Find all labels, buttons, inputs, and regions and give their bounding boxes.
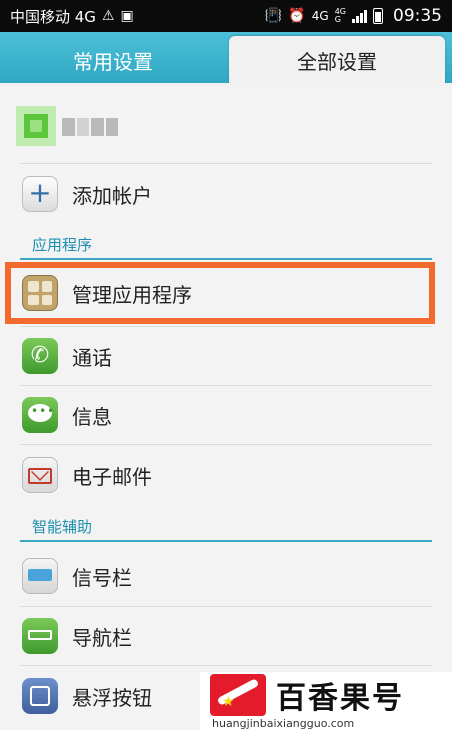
section-header-apps: 应用程序	[32, 236, 93, 254]
email-label: 电子邮件	[72, 464, 152, 489]
network-type: 4G	[311, 9, 329, 23]
call-label: 通话	[72, 345, 112, 370]
network-sub-bottom: G	[334, 15, 341, 24]
divider	[20, 326, 432, 327]
divider	[20, 665, 432, 666]
mail-icon	[22, 457, 58, 493]
alarm-icon: ⏰	[288, 8, 306, 24]
email-row[interactable]: 电子邮件	[0, 446, 452, 504]
clock: 09:35	[393, 6, 442, 26]
watermark-brand: 百香果号	[276, 680, 404, 716]
divider	[20, 385, 432, 386]
phone-icon: ✆	[22, 338, 58, 374]
manage-apps-icon	[22, 275, 58, 311]
messages-label: 信息	[72, 404, 112, 429]
signal-bar-label: 信号栏	[72, 565, 132, 590]
warning-icon: ⚠	[101, 8, 115, 24]
nav-bar-row[interactable]: 导航栏	[0, 608, 452, 664]
carrier-label: 中国移动 4G	[10, 7, 96, 26]
nav-bar-label: 导航栏	[72, 625, 132, 650]
watermark: ★ 百香果号 huangjinbaixiangguo.com	[200, 672, 452, 730]
signal-bar-icon	[22, 558, 58, 594]
vibrate-icon: 📳	[264, 8, 283, 24]
add-account-row[interactable]: + 添加帐户	[0, 168, 452, 220]
tab-all-settings[interactable]: 全部设置	[229, 36, 445, 85]
battery-icon	[373, 8, 383, 24]
divider	[20, 444, 432, 445]
divider	[20, 163, 432, 164]
manage-apps-label: 管理应用程序	[72, 282, 192, 307]
image-icon: ▣	[120, 8, 134, 24]
settings-tab-bar: 常用设置 全部设置	[0, 32, 452, 85]
brand-logo-icon: ★	[210, 673, 266, 716]
float-button-label: 悬浮按钮	[72, 685, 152, 710]
floating-button-icon	[22, 678, 58, 714]
section-divider-apps	[20, 258, 432, 260]
add-icon: +	[22, 176, 58, 212]
section-divider-smart	[20, 540, 432, 542]
messages-row[interactable]: 信息	[0, 387, 452, 443]
navigation-bar-icon	[22, 618, 58, 654]
call-row[interactable]: ✆ 通话	[0, 328, 452, 384]
signal-bar-row[interactable]: 信号栏	[0, 548, 452, 604]
section-header-smart: 智能辅助	[32, 518, 93, 536]
signal-icon	[352, 9, 367, 23]
network-sub-label: 4G G	[335, 8, 346, 24]
manage-apps-row[interactable]: 管理应用程序	[0, 266, 452, 320]
tab-common-settings[interactable]: 常用设置	[0, 36, 226, 85]
message-icon	[22, 397, 58, 433]
watermark-url: huangjinbaixiangguo.com	[212, 716, 355, 730]
status-bar: 中国移动 4G ⚠ ▣ 📳 ⏰ 4G 4G G 09:35	[0, 0, 452, 32]
add-account-label: 添加帐户	[72, 183, 152, 208]
divider	[20, 606, 432, 607]
account-name-blurred	[62, 118, 118, 136]
account-avatar[interactable]	[16, 106, 56, 146]
tab-underline	[0, 83, 452, 86]
